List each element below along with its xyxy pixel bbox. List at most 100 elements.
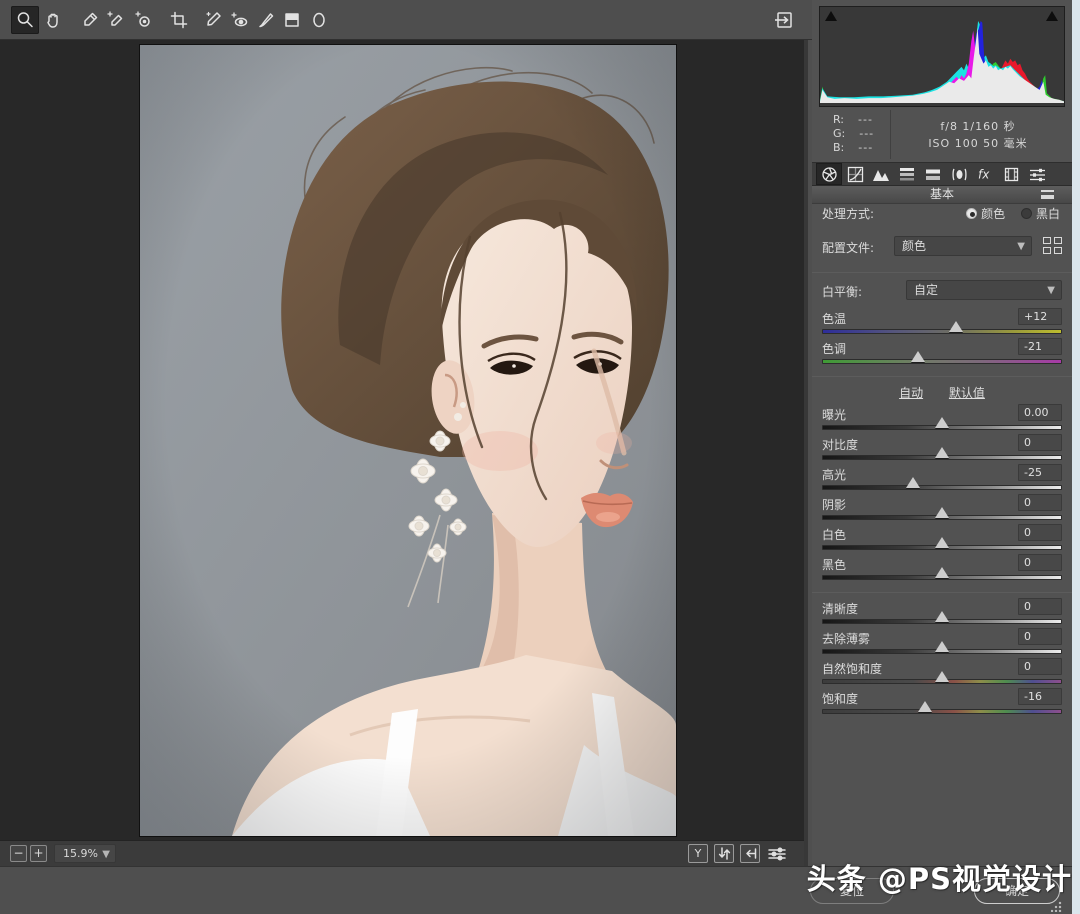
slider-thumb[interactable]	[935, 417, 949, 428]
slider-thumb[interactable]	[935, 641, 949, 652]
crop-tool[interactable]	[165, 6, 193, 34]
profile-dropdown[interactable]: 颜色 ▼	[894, 236, 1032, 256]
zoom-level-select[interactable]: 15.9% ▼	[54, 844, 116, 863]
slider-track[interactable]	[822, 359, 1062, 364]
white-balance-tool[interactable]	[76, 6, 104, 34]
adjustment-brush-tool[interactable]	[252, 6, 280, 34]
r-label: R:	[833, 113, 844, 127]
exposure-info-line2: ISO 100 50 毫米	[891, 135, 1065, 152]
radial-filter-tool[interactable]	[305, 6, 333, 34]
radio-bw[interactable]	[1021, 208, 1032, 219]
slider-value-input[interactable]: 0.00	[1018, 404, 1062, 421]
tab-hsl[interactable]	[894, 163, 920, 185]
slider-value-input[interactable]: -16	[1018, 688, 1062, 705]
tab-basic[interactable]	[816, 163, 842, 185]
slider-value-input[interactable]: 0	[1018, 598, 1062, 615]
slider-track[interactable]	[822, 709, 1062, 714]
process-label: 处理方式:	[822, 207, 874, 221]
tab-camera-calibration-icon	[1004, 167, 1019, 182]
auto-link[interactable]: 自动	[899, 386, 923, 400]
default-link[interactable]: 默认值	[949, 386, 985, 400]
slider-value-input[interactable]: 0	[1018, 658, 1062, 675]
slider-value-input[interactable]: +12	[1018, 308, 1062, 325]
panel-menu-icon[interactable]	[1041, 190, 1054, 199]
before-after-view-button[interactable]: Y	[688, 844, 708, 863]
slider-value-input[interactable]: 0	[1018, 628, 1062, 645]
slider-row: 自然饱和度 0	[822, 660, 1062, 690]
copy-settings-button[interactable]	[740, 844, 760, 863]
tab-split-toning[interactable]	[920, 163, 946, 185]
slider-track[interactable]	[822, 575, 1062, 580]
slider-track[interactable]	[822, 329, 1062, 334]
swap-before-after-button[interactable]	[714, 844, 734, 863]
page-edge	[1072, 0, 1080, 914]
basic-controls: 处理方式: 颜色 黑白 配置文件: 颜色 ▼ 白平衡: 自定 ▼	[822, 206, 1062, 720]
exposure-info-line1: f/8 1/160 秒	[891, 118, 1065, 135]
slider-track[interactable]	[822, 455, 1062, 460]
b-value: ---	[858, 141, 873, 155]
slider-thumb[interactable]	[935, 447, 949, 458]
slider-row: 色调-21	[822, 340, 1062, 370]
svg-text:fx: fx	[978, 168, 990, 182]
separator	[812, 592, 1072, 593]
tab-detail[interactable]	[868, 163, 894, 185]
slider-thumb[interactable]	[935, 671, 949, 682]
tab-lens-corrections[interactable]	[946, 163, 972, 185]
slider-value-input[interactable]: -21	[1018, 338, 1062, 355]
slider-thumb[interactable]	[935, 567, 949, 578]
slider-thumb[interactable]	[911, 351, 925, 362]
slider-track[interactable]	[822, 679, 1062, 684]
slider-thumb[interactable]	[949, 321, 963, 332]
tab-effects[interactable]: fx	[972, 163, 998, 185]
slider-track[interactable]	[822, 619, 1062, 624]
targeted-adjustment-tool-icon	[133, 10, 153, 30]
white-balance-dropdown[interactable]: 自定 ▼	[906, 280, 1062, 300]
preview-preferences-button[interactable]	[766, 844, 788, 863]
hand-tool-icon	[43, 10, 63, 30]
slider-label: 自然饱和度	[822, 660, 882, 677]
slider-label: 对比度	[822, 436, 858, 453]
zoom-tool[interactable]	[11, 6, 39, 34]
spot-removal-tool[interactable]	[199, 6, 227, 34]
slider-thumb[interactable]	[906, 477, 920, 488]
slider-value-input[interactable]: 0	[1018, 494, 1062, 511]
slider-thumb[interactable]	[918, 701, 932, 712]
slider-thumb[interactable]	[935, 507, 949, 518]
zoom-out-button[interactable]: −	[10, 845, 27, 862]
slider-track[interactable]	[822, 425, 1062, 430]
slider-label: 阴影	[822, 496, 846, 513]
slider-label: 清晰度	[822, 600, 858, 617]
slider-value-input[interactable]: -25	[1018, 464, 1062, 481]
statusbar: − + 15.9% ▼ Y	[0, 840, 804, 866]
slider-value-input[interactable]: 0	[1018, 554, 1062, 571]
slider-thumb[interactable]	[935, 537, 949, 548]
slider-row: 曝光0.00	[822, 406, 1062, 436]
image-canvas[interactable]	[140, 45, 676, 836]
targeted-adjustment-tool[interactable]	[129, 6, 157, 34]
slider-track[interactable]	[822, 649, 1062, 654]
histogram[interactable]	[819, 6, 1065, 107]
profile-browser-icon[interactable]	[1043, 237, 1062, 254]
zoom-in-button[interactable]: +	[30, 845, 47, 862]
color-sampler-tool[interactable]	[101, 6, 129, 34]
tab-presets[interactable]	[1024, 163, 1050, 185]
slider-track[interactable]	[822, 515, 1062, 520]
white-balance-value: 自定	[914, 283, 938, 297]
slider-value-input[interactable]: 0	[1018, 524, 1062, 541]
graduated-filter-tool[interactable]	[278, 6, 306, 34]
radio-color[interactable]	[966, 208, 977, 219]
slider-value-input[interactable]: 0	[1018, 434, 1062, 451]
slider-track[interactable]	[822, 485, 1062, 490]
tab-detail-icon	[872, 167, 890, 182]
slider-thumb[interactable]	[935, 611, 949, 622]
slider-row: 黑色 0	[822, 556, 1062, 586]
tab-presets-icon	[1029, 167, 1046, 182]
graduated-filter-tool-icon	[282, 10, 302, 30]
tab-tone-curve[interactable]	[842, 163, 868, 185]
tab-camera-calibration[interactable]	[998, 163, 1024, 185]
slider-label: 黑色	[822, 556, 846, 573]
hand-tool[interactable]	[39, 6, 67, 34]
toggle-fullscreen-button[interactable]	[770, 7, 800, 33]
red-eye-tool[interactable]	[225, 6, 253, 34]
slider-track[interactable]	[822, 545, 1062, 550]
